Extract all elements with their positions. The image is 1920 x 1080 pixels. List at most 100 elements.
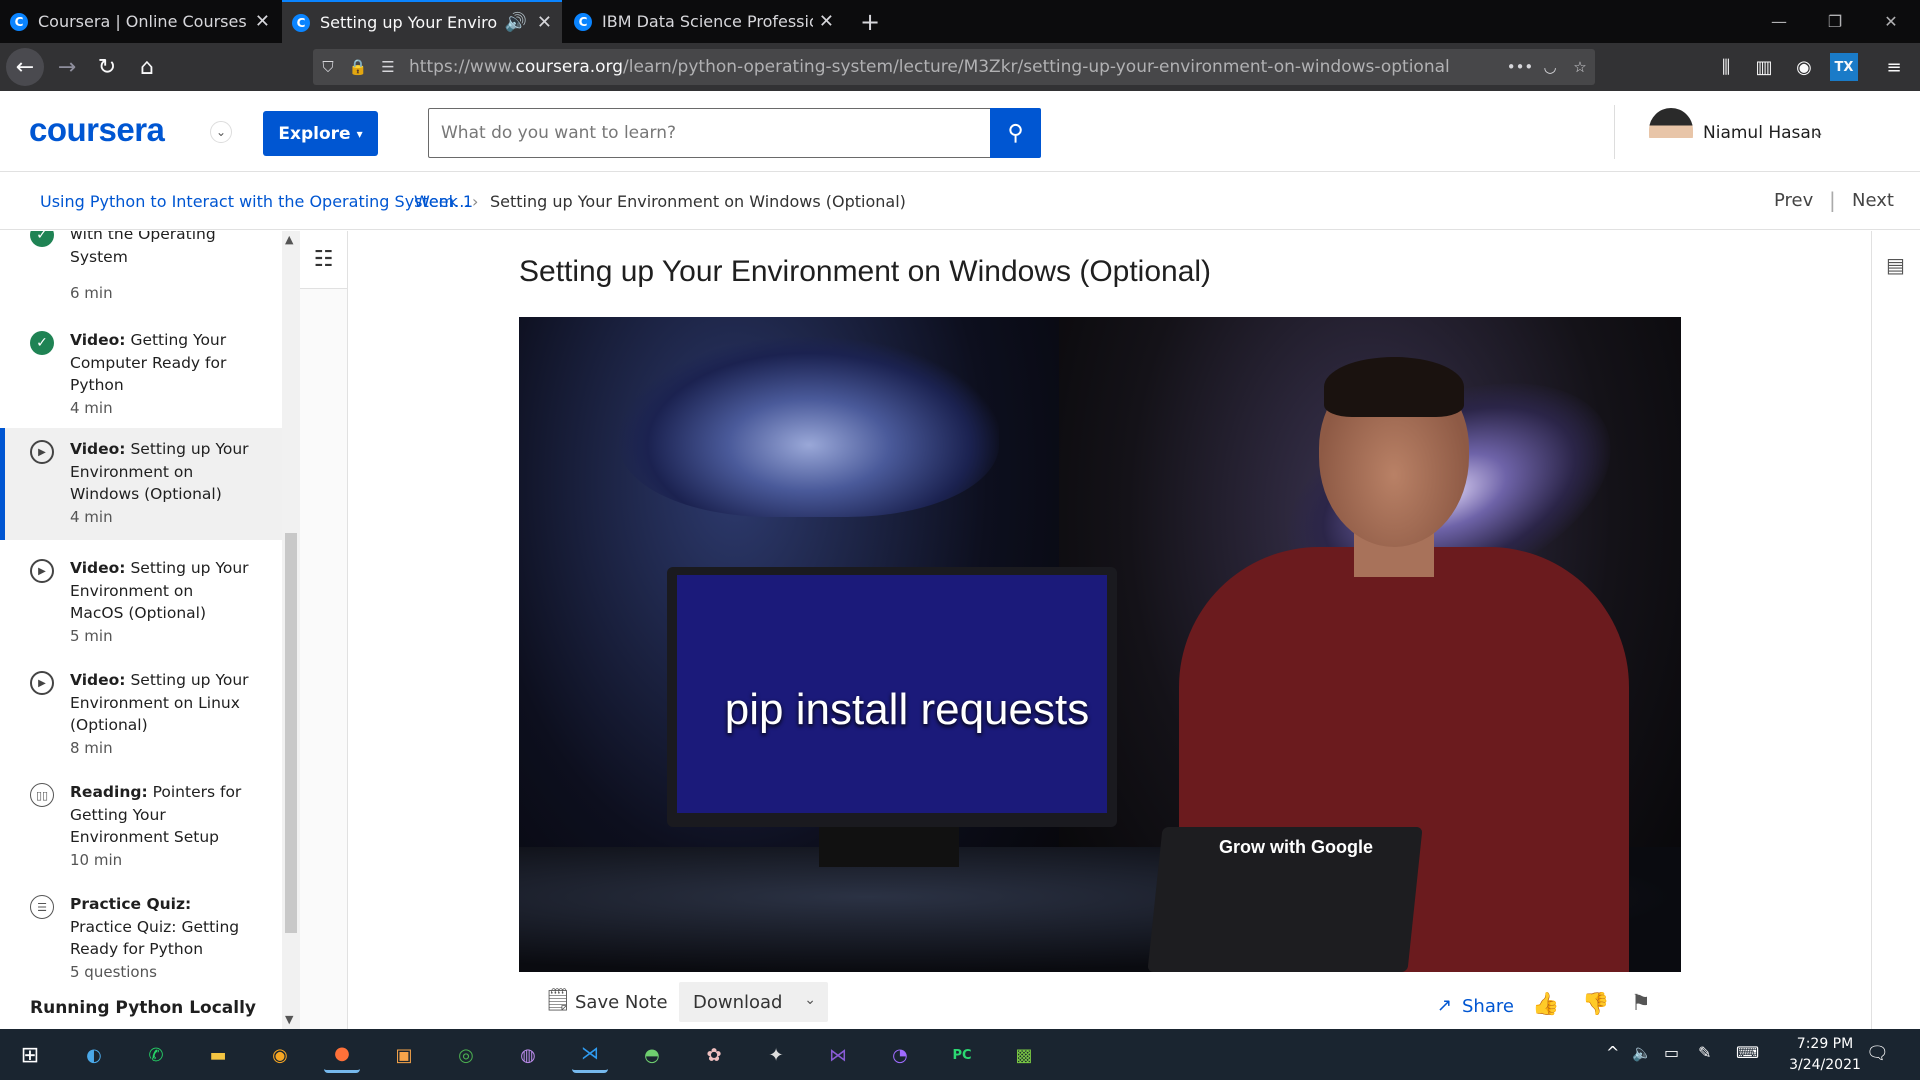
sidebar-icon[interactable]: ▥ [1750,53,1778,81]
github-icon[interactable]: ◍ [510,1037,546,1073]
item-duration: 5 questions [70,963,157,981]
app-icon-6[interactable]: ✦ [758,1037,794,1073]
lock-icon[interactable]: 🔒 [343,58,373,76]
scroll-up-icon[interactable]: ▲ [285,233,293,246]
firefox-icon[interactable]: ● [324,1037,360,1073]
volume-icon[interactable]: 🔈 [1632,1043,1652,1062]
visual-studio-icon[interactable]: ⋈ [820,1037,856,1073]
search-input[interactable] [428,108,991,158]
bookmark-star-icon[interactable]: ☆ [1565,58,1595,76]
close-tab-icon[interactable]: ✕ [819,11,834,32]
vscode-icon[interactable]: ⋊ [572,1037,608,1073]
new-tab-button[interactable]: + [850,0,890,43]
sidebar-item-windows[interactable]: ▶ Video: Setting up Your Environment on … [0,428,282,540]
chevron-down-icon[interactable]: ⌄ [1812,123,1825,141]
app-icon-7[interactable]: ▩ [1006,1037,1042,1073]
close-tab-icon[interactable]: ✕ [537,12,552,33]
home-icon[interactable]: ⌂ [128,48,166,86]
breadcrumb-course-link[interactable]: Using Python to Interact with the Operat… [40,192,469,211]
pycharm-icon[interactable]: PC [944,1037,980,1073]
thumbs-down-icon[interactable]: 👎 [1582,992,1609,1017]
coursera-logo[interactable]: coursera [29,111,165,149]
flag-icon[interactable]: ⚑ [1631,991,1651,1016]
sidebar-scrollbar[interactable]: ▲ ▼ [282,231,300,1029]
extension-icon[interactable]: TX [1830,53,1858,81]
coursera-favicon-icon: C [292,13,310,32]
browser-tab-setting-up[interactable]: C Setting up Your Environmen 🔊 ✕ [282,0,562,43]
app-icon-3[interactable]: ▣ [386,1037,422,1073]
search-button[interactable]: ⚲ [990,108,1041,158]
header-divider [1614,105,1615,159]
breadcrumb: Using Python to Interact with the Operat… [0,172,1920,230]
transcript-icon[interactable]: ▤ [1886,253,1905,277]
sidebar-item-operating-system[interactable]: ✓ with the Operating System 6 min [0,231,282,311]
permissions-icon[interactable]: ☰ [373,58,403,76]
save-note-button[interactable]: Save Note [575,992,668,1013]
user-name[interactable]: Niamul Hasan [1703,123,1822,143]
sidebar-item-reading[interactable]: ▯▯ Reading: Pointers for Getting Your En… [0,775,282,887]
library-icon[interactable]: ⫼ [1712,53,1740,81]
prev-link[interactable]: Prev [1774,190,1813,211]
app-icon-1[interactable]: ◐ [76,1037,112,1073]
laptop-sticker: Grow with Google [1219,837,1373,857]
close-tab-icon[interactable]: ✕ [255,11,270,32]
keyboard-icon[interactable]: ⌨ [1736,1043,1759,1062]
course-sidebar: ✓ with the Operating System 6 min ✓ Vide… [0,231,282,1029]
scrollbar-thumb[interactable] [285,533,297,933]
app-icon-4[interactable]: ◓ [634,1037,670,1073]
account-icon[interactable]: ◉ [1790,53,1818,81]
coursera-favicon-icon: C [10,12,28,31]
sidebar-item-macos[interactable]: ▶ Video: Setting up Your Environment on … [0,551,282,663]
back-icon[interactable]: ← [6,48,44,86]
network-icon[interactable]: ▭ [1664,1043,1679,1062]
menu-icon[interactable]: ≡ [1880,53,1908,81]
whatsapp-icon[interactable]: ✆ [138,1037,174,1073]
notifications-icon[interactable]: 🗨 [1866,1043,1889,1064]
chevron-down-icon[interactable]: ⌄ [210,121,232,143]
monitor-graphic: pip install requests [667,567,1117,827]
share-button[interactable]: Share [1462,996,1514,1017]
share-icon[interactable]: ↗ [1437,995,1452,1016]
restore-icon[interactable]: ❐ [1812,0,1858,43]
book-icon: ▯▯ [30,783,54,807]
forward-icon[interactable]: → [48,48,86,86]
thumbs-up-icon[interactable]: 👍 [1532,992,1559,1017]
browser-tab-ibm[interactable]: C IBM Data Science Professional ✕ [564,0,844,43]
chrome-icon[interactable]: ◎ [448,1037,484,1073]
shield-icon[interactable]: ⛉ [313,58,343,76]
app-icon-2[interactable]: ◉ [262,1037,298,1073]
sidebar-item-getting-ready[interactable]: ✓ Video: Getting Your Computer Ready for… [0,323,282,435]
messenger-icon[interactable]: ◔ [882,1037,918,1073]
note-icon[interactable]: 🗒 [544,988,572,1013]
taskbar-clock[interactable]: 7:29 PM 3/24/2021 [1770,1034,1880,1076]
file-explorer-icon[interactable]: ▬ [200,1037,236,1073]
pocket-icon[interactable]: ◡ [1535,58,1565,76]
scroll-down-icon[interactable]: ▼ [285,1013,293,1026]
chevron-down-icon: ⌄ [804,992,816,1008]
avatar[interactable] [1649,108,1693,158]
sidebar-item-linux[interactable]: ▶ Video: Setting up Your Environment on … [0,663,282,775]
download-dropdown[interactable]: Download ⌄ [679,982,828,1022]
section-heading[interactable]: Running Python Locally [30,998,256,1018]
reload-icon[interactable]: ↻ [88,48,126,86]
sidebar-item-quiz[interactable]: ☰ Practice Quiz: Practice Quiz: Getting … [0,887,282,999]
minimize-icon[interactable]: — [1756,0,1802,43]
windows-start-icon[interactable]: ⊞ [12,1037,48,1073]
explore-button[interactable]: Explore ▾ [263,111,378,156]
speaker-icon[interactable]: 🔊 [504,12,526,33]
next-link[interactable]: Next [1852,190,1894,211]
outline-toggle-icon[interactable]: ☷ [300,231,348,289]
app-icon-5[interactable]: ✿ [696,1037,732,1073]
url-bar[interactable]: ⛉ 🔒 ☰ https://www.coursera.org/learn/pyt… [313,49,1595,85]
page-actions-icon[interactable]: ••• [1505,58,1535,76]
browser-tab-coursera[interactable]: C Coursera | Online Courses & Cr ✕ [0,0,280,43]
item-duration: 6 min [70,284,113,302]
pen-icon[interactable]: ✎ [1698,1043,1711,1062]
tab-title: Coursera | Online Courses & Cr [38,12,249,31]
breadcrumb-week-link[interactable]: Week 1 [414,192,473,211]
window-close-icon[interactable]: ✕ [1868,0,1914,43]
tray-chevron-icon[interactable]: ^ [1606,1043,1619,1062]
video-player[interactable]: pip install requests Grow with Google [519,317,1681,972]
item-title: Video: Setting up Your Environment on Wi… [70,440,249,503]
browser-tab-strip: C Coursera | Online Courses & Cr ✕ C Set… [0,0,1920,43]
